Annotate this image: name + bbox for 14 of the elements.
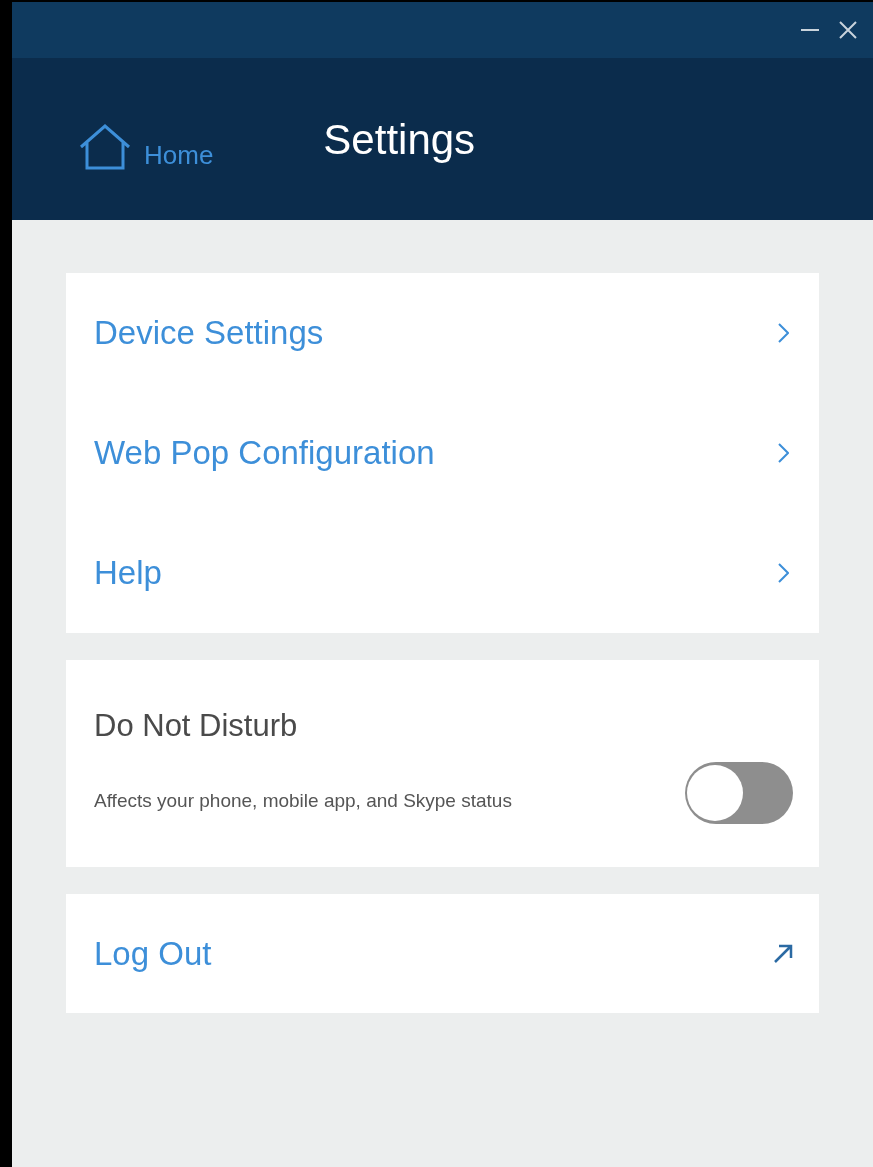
- chevron-right-icon: [778, 323, 789, 343]
- logout-item[interactable]: Log Out: [66, 894, 819, 1013]
- chevron-right-icon: [778, 443, 789, 463]
- home-link[interactable]: Home: [78, 124, 214, 170]
- external-arrow-icon: [773, 943, 793, 964]
- dnd-description: Affects your phone, mobile app, and Skype status: [94, 788, 512, 813]
- menu-item[interactable]: Web Pop Configuration: [66, 393, 819, 513]
- chevron-right-icon: [778, 563, 789, 583]
- page-title: Settings: [323, 114, 476, 165]
- menu-item[interactable]: Device Settings: [66, 273, 819, 393]
- menu-item[interactable]: Help: [66, 513, 819, 633]
- home-icon: [78, 124, 132, 170]
- dnd-title: Do Not Disturb: [94, 707, 299, 746]
- close-icon[interactable]: [839, 21, 857, 39]
